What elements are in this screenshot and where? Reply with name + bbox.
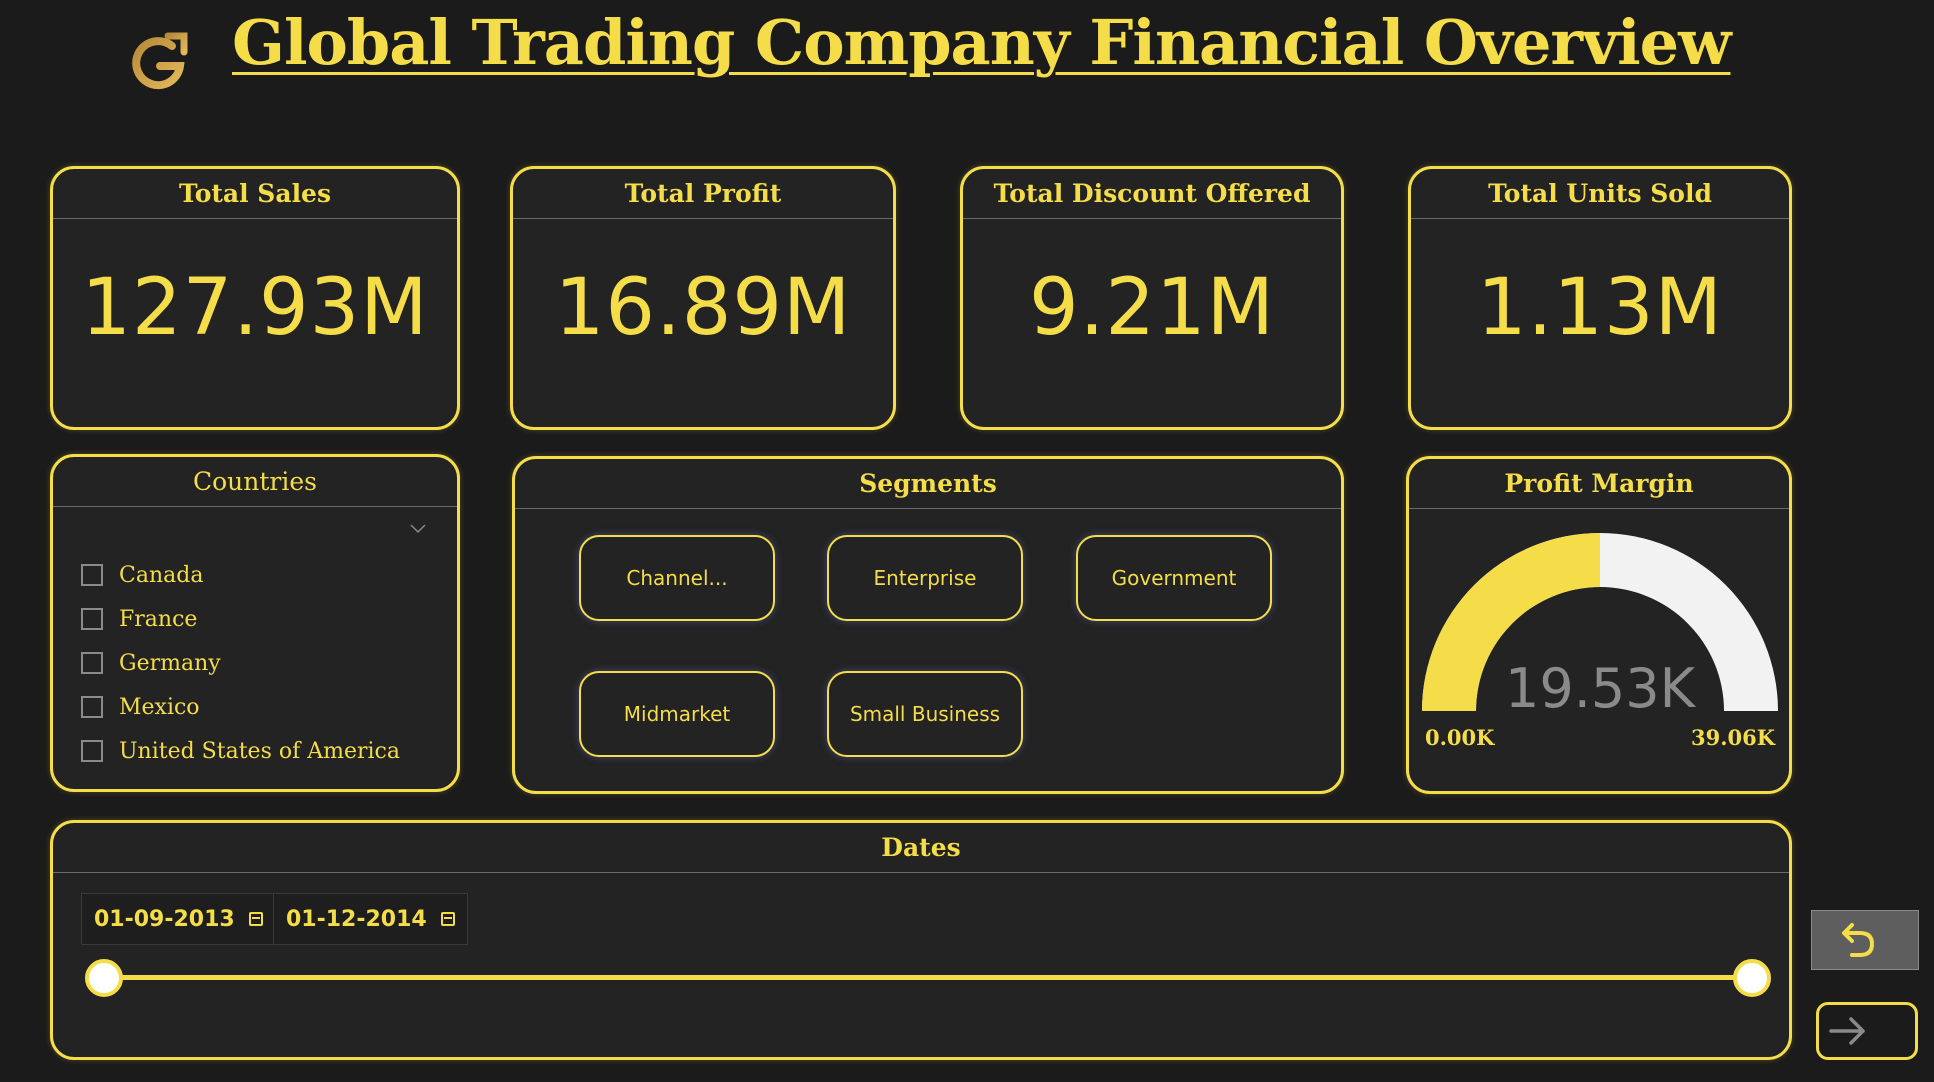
country-label: Mexico	[119, 694, 200, 720]
total-profit-card: Total Profit 16.89M	[510, 166, 896, 430]
total-units-card: Total Units Sold 1.13M	[1408, 166, 1792, 430]
profit-margin-gauge-card: Profit Margin 19.53K 0.00K 39.06K	[1406, 456, 1792, 794]
chevron-down-icon[interactable]	[409, 519, 427, 537]
gauge-min-label: 0.00K	[1425, 725, 1495, 750]
checkbox[interactable]	[81, 740, 103, 762]
country-item-canada[interactable]: Canada	[81, 553, 400, 597]
total-discount-value: 9.21M	[1029, 263, 1275, 353]
total-sales-value: 127.93M	[81, 263, 429, 353]
card-title: Total Sales	[53, 169, 457, 219]
total-units-value: 1.13M	[1477, 263, 1723, 353]
checkbox[interactable]	[81, 608, 103, 630]
slicer-title: Dates	[53, 823, 1789, 873]
segment-button-channel[interactable]: Channel...	[579, 535, 775, 621]
segment-button-midmarket[interactable]: Midmarket	[579, 671, 775, 757]
card-title: Total Discount Offered	[963, 169, 1341, 219]
date-range-track[interactable]	[105, 975, 1755, 980]
gt-logo-icon	[132, 32, 188, 90]
country-item-mexico[interactable]: Mexico	[81, 685, 400, 729]
end-date-input[interactable]: 01-12-2014	[273, 893, 468, 945]
country-label: United States of America	[119, 738, 400, 764]
country-label: Germany	[119, 650, 221, 676]
total-profit-value: 16.89M	[554, 263, 852, 353]
card-title: Total Profit	[513, 169, 893, 219]
gauge-max-label: 39.06K	[1690, 725, 1775, 750]
country-item-germany[interactable]: Germany	[81, 641, 400, 685]
country-list: Canada France Germany Mexico United Stat…	[81, 553, 400, 773]
date-range-start-handle[interactable]	[85, 959, 123, 997]
page-title: Global Trading Company Financial Overvie…	[232, 6, 1731, 79]
total-sales-card: Total Sales 127.93M	[50, 166, 460, 430]
segment-button-government[interactable]: Government	[1076, 535, 1272, 621]
card-title: Profit Margin	[1409, 459, 1789, 509]
calendar-icon[interactable]	[440, 912, 455, 926]
checkbox[interactable]	[81, 564, 103, 586]
segment-button-small-business[interactable]: Small Business	[827, 671, 1023, 757]
checkbox[interactable]	[81, 696, 103, 718]
country-label: France	[119, 606, 198, 632]
start-date-input[interactable]: 01-09-2013	[81, 893, 276, 945]
undo-arrow-icon	[1842, 923, 1875, 957]
dates-slicer: Dates 01-09-2013 01-12-2014	[50, 820, 1792, 1060]
country-item-france[interactable]: France	[81, 597, 400, 641]
segments-slicer: Segments Channel... Enterprise Governmen…	[512, 456, 1344, 794]
country-item-usa[interactable]: United States of America	[81, 729, 400, 773]
countries-slicer: Countries Canada France Germany Mexico U…	[50, 454, 460, 792]
slicer-title: Countries	[53, 457, 457, 507]
checkbox[interactable]	[81, 652, 103, 674]
end-date-value: 01-12-2014	[286, 906, 427, 932]
back-button[interactable]	[1811, 910, 1919, 970]
country-label: Canada	[119, 562, 204, 588]
start-date-value: 01-09-2013	[94, 906, 235, 932]
arrow-right-icon	[1829, 1017, 1865, 1045]
total-discount-card: Total Discount Offered 9.21M	[960, 166, 1344, 430]
slicer-title: Segments	[515, 459, 1341, 509]
calendar-icon[interactable]	[248, 912, 263, 926]
profit-margin-gauge: 19.53K	[1422, 533, 1778, 719]
segment-button-enterprise[interactable]: Enterprise	[827, 535, 1023, 621]
gauge-value-label: 19.53K	[1505, 657, 1697, 719]
next-page-button[interactable]	[1816, 1002, 1918, 1060]
date-range-end-handle[interactable]	[1733, 959, 1771, 997]
card-title: Total Units Sold	[1411, 169, 1789, 219]
